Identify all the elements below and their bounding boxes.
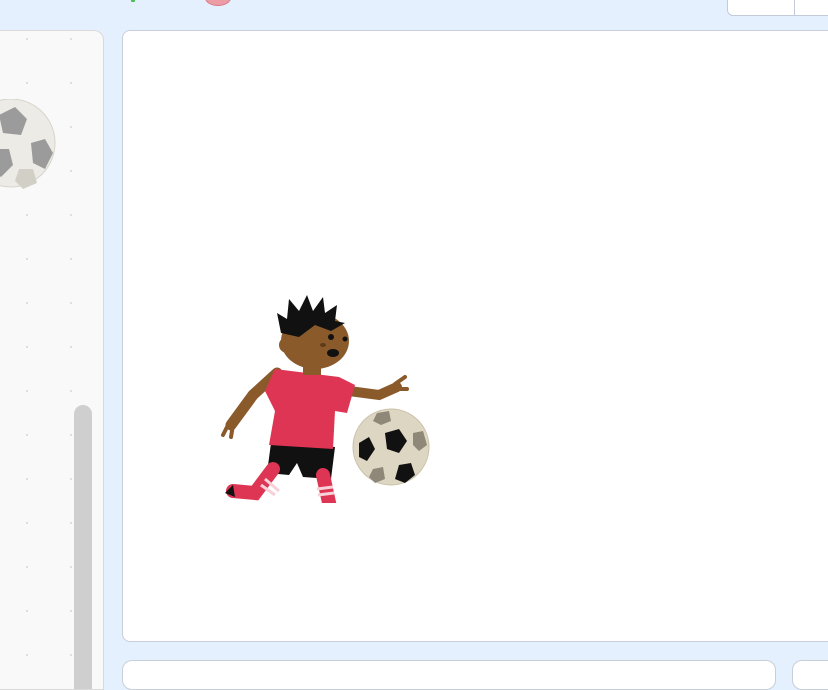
stop-icon[interactable]	[205, 0, 231, 6]
green-flag-icon[interactable]	[131, 0, 135, 2]
sprite-pane	[122, 660, 776, 690]
soccer-ball-sprite[interactable]	[351, 407, 431, 487]
stage-size-toggle[interactable]	[727, 0, 828, 16]
stage-pane	[792, 660, 828, 690]
soccer-ball-icon[interactable]	[0, 99, 57, 191]
stage[interactable]	[122, 30, 828, 642]
toggle-divider	[794, 0, 795, 15]
stage-header	[0, 0, 828, 28]
code-area[interactable]	[0, 30, 104, 690]
code-scrollbar[interactable]	[74, 405, 92, 689]
